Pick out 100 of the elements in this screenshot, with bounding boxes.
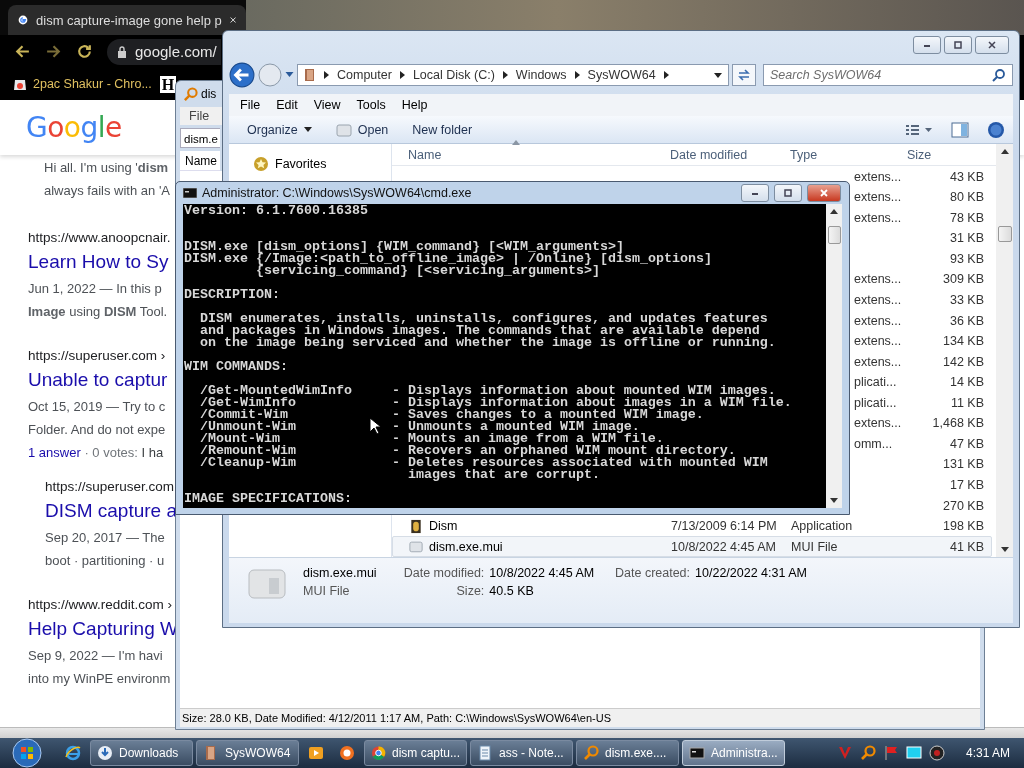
breadcrumb-item[interactable]: Local Disk (C:) (412, 68, 495, 82)
maximize-button[interactable] (944, 36, 972, 54)
result-title-link[interactable]: Unable to captur (28, 365, 168, 395)
chevron-icon[interactable] (502, 71, 508, 79)
file-size: 134 KB (943, 334, 984, 349)
magnifier-icon[interactable] (859, 745, 876, 761)
close-button[interactable] (807, 184, 841, 202)
flag-icon[interactable] (882, 745, 899, 761)
organize-button[interactable]: Organize (239, 122, 320, 137)
scroll-up-icon[interactable] (830, 209, 838, 214)
monitor-icon[interactable] (905, 745, 922, 761)
open-button[interactable]: Open (327, 122, 397, 137)
property-label: Date created: (615, 566, 691, 580)
minimize-button[interactable] (741, 184, 769, 202)
property-value: 10/8/2022 4:45 AM (489, 566, 596, 580)
clock[interactable]: 4:31 AM (965, 746, 1010, 760)
new-folder-button[interactable]: New folder (404, 122, 481, 137)
vertical-scrollbar[interactable] (826, 204, 842, 508)
google-logo[interactable]: Google (26, 111, 122, 144)
taskbar-button[interactable]: ass - Note... (470, 740, 573, 766)
column-header[interactable]: Name (392, 147, 664, 162)
menu-item[interactable]: Tools (349, 98, 393, 112)
browser-tab[interactable]: dism capture-image gone help p (8, 5, 246, 35)
view-options-icon[interactable] (905, 122, 933, 137)
address-bar[interactable]: Computer Local Disk (C:) Windows SysWOW64 (297, 64, 729, 86)
menu-item[interactable]: File (233, 98, 268, 112)
result-url: https://www.reddit.com › (28, 596, 173, 614)
taskbar-button[interactable]: SysWOW64 (196, 740, 299, 766)
back-button[interactable] (229, 62, 255, 88)
file-icon (409, 539, 423, 555)
scroll-down-icon[interactable] (1000, 547, 1009, 552)
result-snippet: boot · partitioning · u (45, 552, 165, 570)
menu-item[interactable]: Edit (269, 98, 305, 112)
console-line: DISM.exe [dism_options] {WIM_command} [<WIM_arguments>] (184, 241, 624, 253)
search-field[interactable]: Search SysWOW64 (763, 64, 1013, 86)
help-icon[interactable] (987, 120, 1005, 139)
dash-separator: - (391, 409, 400, 421)
breadcrumb-item[interactable]: SysWOW64 (587, 68, 656, 82)
column-header[interactable]: Date modified (664, 147, 784, 162)
dash-separator: - (391, 457, 400, 472)
result-url: https://www.anoopcnair. (28, 229, 171, 247)
command-name: /Remount-Wim (200, 445, 296, 457)
chevron-icon[interactable] (663, 71, 669, 79)
refresh-button[interactable] (732, 64, 756, 86)
selected-file-row[interactable]: dism.exe.mui 10/8/2022 4:45 AM MUI File 41 KB (392, 536, 992, 557)
sort-arrow-icon (512, 139, 520, 145)
scroll-thumb[interactable] (827, 226, 841, 244)
command-description: Displays information about images in a WIM file. (407, 397, 792, 409)
breadcrumb-item[interactable]: Computer (337, 68, 392, 82)
breadcrumb-item[interactable]: Windows (515, 68, 567, 82)
command-name: /Unmount-Wim (200, 421, 296, 433)
scroll-thumb[interactable] (997, 226, 1012, 242)
file-size: 36 KB (949, 313, 984, 328)
close-button[interactable] (975, 36, 1009, 54)
file-type: plicati... (854, 375, 897, 390)
bookmark-link[interactable]: 2pac Shakur - Chro... (12, 76, 152, 92)
address-bar[interactable]: google.com/ (107, 38, 221, 65)
result-title-link[interactable]: Learn How to Sy (28, 247, 169, 277)
file-type: extens... (854, 416, 902, 431)
scroll-down-icon[interactable] (830, 498, 838, 503)
caret-icon (303, 127, 312, 132)
reload-icon[interactable] (76, 43, 93, 60)
file-type: extens... (854, 169, 902, 184)
taskbar-button[interactable]: dism captu... (364, 740, 467, 766)
speaker-icon[interactable] (928, 745, 945, 761)
file-type: extens... (854, 334, 902, 349)
back-arrow-icon[interactable] (14, 43, 31, 60)
result-snippet: Jun 1, 2022 — In this p (28, 280, 162, 298)
taskbar-button[interactable]: Downloads (90, 740, 193, 766)
bookmark-favicon[interactable]: H (159, 75, 177, 93)
maximize-button[interactable] (774, 184, 802, 202)
column-header[interactable]: Name (180, 151, 220, 171)
taskbar-button[interactable]: dism.exe.... (576, 740, 679, 766)
lock-icon (117, 45, 127, 58)
start-button[interactable] (12, 738, 42, 768)
search-field[interactable]: dism.e (180, 128, 220, 148)
chevron-icon[interactable] (574, 71, 580, 79)
property-value: 40.5 KB (489, 584, 535, 598)
vertical-scrollbar[interactable] (996, 144, 1013, 557)
dropdown-arrow-icon[interactable] (714, 72, 722, 78)
menu-item[interactable]: Help (394, 98, 435, 112)
forward-arrow-icon[interactable] (45, 43, 62, 60)
close-icon[interactable] (229, 15, 236, 25)
file-type: Application (791, 519, 853, 534)
menu-item[interactable]: View (306, 98, 348, 112)
favorites-item[interactable]: Favorites (229, 156, 391, 172)
chevron-icon[interactable] (399, 71, 405, 79)
column-header[interactable]: Type (784, 147, 903, 162)
column-header[interactable]: Size (903, 147, 983, 162)
answers-link[interactable]: 1 answer (28, 445, 81, 460)
file-size: 78 KB (949, 210, 984, 225)
scroll-up-icon[interactable] (1000, 149, 1009, 154)
menu-item[interactable]: File (182, 109, 217, 123)
browser-icon (371, 745, 386, 761)
notepad-icon (477, 745, 493, 761)
console-line: IMAGE SPECIFICATIONS: (184, 493, 352, 505)
file-row[interactable]: Dism 7/13/2009 6:14 PM Application 198 KB (392, 515, 992, 537)
chevron-icon[interactable] (324, 71, 329, 79)
file-icon (335, 122, 352, 137)
minimize-button[interactable] (913, 36, 941, 54)
